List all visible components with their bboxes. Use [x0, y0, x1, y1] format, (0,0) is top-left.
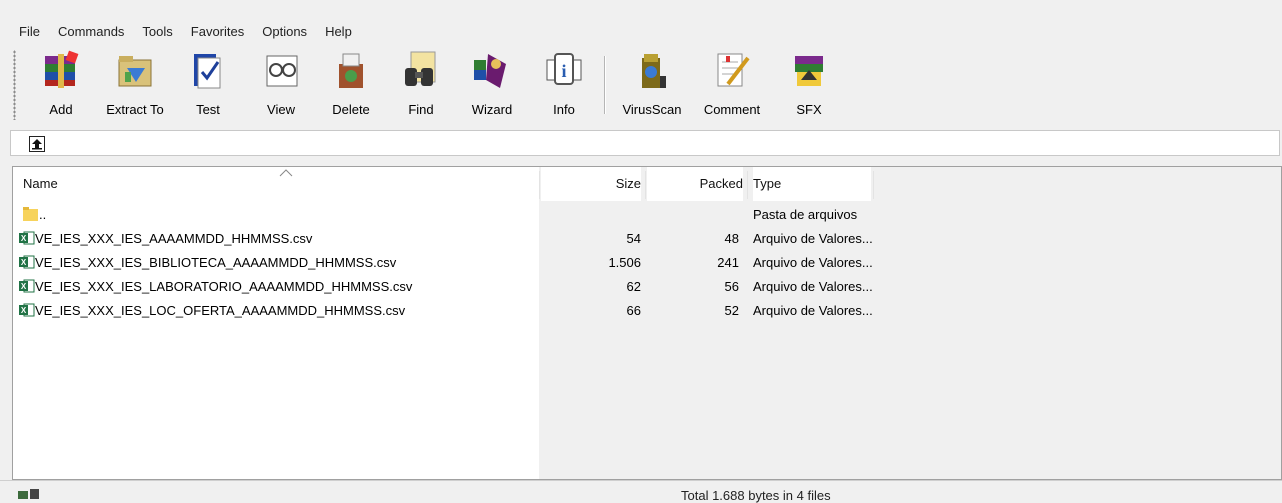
menu-favorites[interactable]: Favorites: [191, 24, 244, 39]
column-divider[interactable]: [747, 171, 748, 199]
column-divider[interactable]: [539, 171, 540, 199]
file-size: 54: [626, 231, 641, 246]
file-type: Arquivo de Valores...: [753, 255, 873, 270]
file-type: Pasta de arquivos: [753, 207, 858, 222]
status-bar: Total 1.688 bytes in 4 files: [0, 484, 1282, 503]
comment-label: Comment: [703, 102, 761, 117]
svg-text:X: X: [21, 282, 27, 291]
file-size: 1.506: [608, 255, 641, 270]
file-packed: 56: [724, 279, 739, 294]
excel-csv-icon: X: [19, 255, 35, 269]
wizard-label: Wizard: [471, 102, 513, 117]
file-packed: 241: [717, 255, 739, 270]
add-button[interactable]: Add: [38, 48, 84, 122]
find-label: Find: [408, 102, 434, 117]
menu-commands[interactable]: Commands: [58, 24, 124, 39]
svg-text:X: X: [21, 234, 27, 243]
wizard-button[interactable]: Wizard: [466, 48, 518, 122]
column-size[interactable]: Size: [541, 167, 641, 201]
virus-scan-icon: [630, 48, 674, 92]
drive-status-icon[interactable]: [18, 487, 40, 501]
wizard-icon: [470, 48, 514, 92]
file-type: Arquivo de Valores...: [753, 231, 873, 246]
file-name: VE_IES_XXX_IES_AAAAMMDD_HHMMSS.csv: [35, 231, 313, 246]
list-item[interactable]: X VE_IES_XXX_IES_BIBLIOTECA_AAAAMMDD_HHM…: [13, 251, 1281, 275]
extract-icon: [113, 48, 157, 92]
info-label: Info: [553, 102, 575, 117]
delete-icon: [329, 48, 373, 92]
column-divider[interactable]: [645, 171, 646, 199]
menu-bar: File Commands Tools Favorites Options He…: [0, 18, 1282, 44]
menu-file[interactable]: File: [19, 24, 40, 39]
list-header: Name Size Packed Type: [13, 167, 1281, 201]
delete-label: Delete: [332, 102, 370, 117]
excel-csv-icon: X: [19, 303, 35, 317]
view-button[interactable]: View: [258, 48, 304, 122]
info-icon: i: [542, 48, 586, 92]
add-label: Add: [49, 102, 73, 117]
list-item[interactable]: .. Pasta de arquivos: [13, 203, 1281, 227]
comment-button[interactable]: Comment: [697, 48, 767, 122]
view-label: View: [267, 102, 295, 117]
toolbar: Add Extract To Test View Delete Find Wiz…: [0, 44, 1282, 124]
add-archive-icon: [39, 48, 83, 92]
test-icon: [186, 48, 230, 92]
info-button[interactable]: i Info: [544, 48, 584, 122]
file-name: VE_IES_XXX_IES_LOC_OFERTA_AAAAMMDD_HHMMS…: [35, 303, 406, 318]
menu-help[interactable]: Help: [325, 24, 352, 39]
menu-tools[interactable]: Tools: [142, 24, 172, 39]
extract-to-button[interactable]: Extract To: [98, 48, 172, 122]
list-item[interactable]: X VE_IES_XXX_IES_AAAAMMDD_HHMMSS.csv 54 …: [13, 227, 1281, 251]
list-item[interactable]: X VE_IES_XXX_IES_LABORATORIO_AAAAMMDD_HH…: [13, 275, 1281, 299]
svg-text:X: X: [21, 258, 27, 267]
test-button[interactable]: Test: [186, 48, 230, 122]
find-icon: [399, 48, 443, 92]
delete-button[interactable]: Delete: [326, 48, 376, 122]
list-item[interactable]: X VE_IES_XXX_IES_LOC_OFERTA_AAAAMMDD_HHM…: [13, 299, 1281, 323]
test-label: Test: [196, 102, 220, 117]
file-packed: 48: [724, 231, 739, 246]
column-divider[interactable]: [873, 171, 874, 199]
file-name: ..: [39, 207, 47, 222]
folder-icon: [23, 207, 38, 221]
sfx-icon: [787, 48, 831, 92]
virusscan-button[interactable]: VirusScan: [617, 48, 687, 122]
view-icon: [259, 48, 303, 92]
excel-csv-icon: X: [19, 279, 35, 293]
file-type: Arquivo de Valores...: [753, 279, 873, 294]
sfx-button[interactable]: SFX: [786, 48, 832, 122]
menu-options[interactable]: Options: [262, 24, 307, 39]
svg-text:i: i: [561, 61, 566, 81]
file-name: VE_IES_XXX_IES_LABORATORIO_AAAAMMDD_HHMM…: [35, 279, 413, 294]
status-text: Total 1.688 bytes in 4 files: [681, 488, 831, 503]
virusscan-label: VirusScan: [622, 102, 682, 117]
status-divider: [0, 480, 1282, 481]
file-packed: 52: [724, 303, 739, 318]
sfx-label: SFX: [796, 102, 822, 117]
excel-csv-icon: X: [19, 231, 35, 245]
file-size: 66: [626, 303, 641, 318]
up-folder-icon[interactable]: [29, 136, 45, 152]
find-button[interactable]: Find: [396, 48, 446, 122]
file-type: Arquivo de Valores...: [753, 303, 873, 318]
svg-text:X: X: [21, 306, 27, 315]
path-bar[interactable]: [10, 130, 1280, 156]
sort-ascending-icon: [279, 169, 293, 177]
file-list[interactable]: Name Size Packed Type .. Pasta de arquiv…: [12, 166, 1282, 480]
column-packed[interactable]: Packed: [647, 167, 743, 201]
file-name: VE_IES_XXX_IES_BIBLIOTECA_AAAAMMDD_HHMMS…: [35, 255, 397, 270]
column-type[interactable]: Type: [753, 167, 871, 201]
toolbar-grip[interactable]: [13, 50, 16, 120]
comment-icon: [710, 48, 754, 92]
toolbar-separator: [604, 56, 606, 114]
file-size: 62: [626, 279, 641, 294]
extract-to-label: Extract To: [106, 102, 164, 117]
